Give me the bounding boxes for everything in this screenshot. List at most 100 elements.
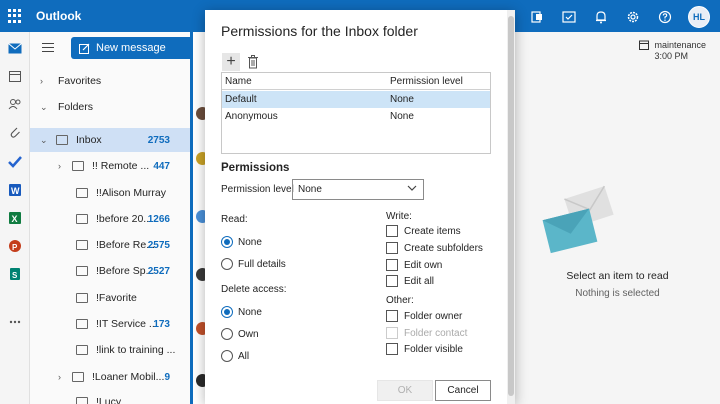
unread-count: 2527 [147,265,170,277]
dialog-title: Permissions for the Inbox folder [221,23,418,39]
permission-level-select[interactable]: None [292,179,424,200]
table-row[interactable]: Anonymous None [222,108,490,125]
checkbox-label: Edit own [404,259,443,271]
favorites-section[interactable]: › Favorites [30,69,190,93]
calendar-icon[interactable] [7,68,23,84]
dialog-scrollbar[interactable] [507,10,515,404]
scrollbar-thumb[interactable] [508,16,514,396]
new-message-label: New message [96,42,166,54]
checkbox-label: Folder owner [404,310,463,322]
permissions-dialog: Permissions for the Inbox folder + Name … [205,10,515,404]
checkbox-box [386,310,398,322]
unread-count: 2753 [147,134,170,146]
folder-icon [76,240,88,250]
chevron-down-icon: ⌄ [40,101,48,112]
tasks-icon[interactable] [560,8,578,26]
trash-icon [248,55,258,69]
folder-item[interactable]: › !Loaner Mobil... 9 [30,365,190,389]
plus-icon: + [226,53,236,70]
hamburger-icon[interactable] [42,43,54,55]
app-launcher-icon[interactable] [8,9,22,23]
folders-section[interactable]: ⌄ Folders [30,95,190,119]
folder-pane: New message › Favorites ⌄ Folders ⌄ Inbo… [30,32,193,404]
attachment-icon[interactable] [7,124,23,140]
calendar-reminder[interactable]: maintenance 3:00 PM [639,40,706,62]
folder-icon [76,345,88,355]
folder-icon [76,319,88,329]
delete-user-button[interactable] [247,55,259,69]
permissions-table: Name Permission level Default None Anony… [221,72,491,154]
folder-icon [76,266,88,276]
gear-icon[interactable] [624,8,642,26]
folder-inbox[interactable]: ⌄ Inbox 2753 [30,128,190,152]
avatar[interactable]: HL [688,6,710,28]
chevron-down-icon [407,183,417,193]
new-message-button[interactable]: New message [71,37,193,59]
word-icon[interactable]: W [7,182,23,198]
svg-text:S: S [12,271,18,280]
folder-item[interactable]: !!Alison Murray [30,181,190,205]
row-level: None [390,111,414,122]
help-icon[interactable] [656,8,674,26]
folder-visible-checkbox[interactable]: Folder visible [386,343,463,355]
sway-icon[interactable]: S [7,266,23,282]
compose-icon [79,43,90,54]
office-icon[interactable] [528,8,546,26]
folder-label: !link to training ... [96,344,176,356]
folder-item[interactable]: !Before Re... 2575 [30,233,190,257]
chevron-right-icon: › [40,76,43,86]
more-apps-icon[interactable] [7,314,23,330]
radio-dot [221,306,233,318]
write-label: Write: [386,211,412,222]
folder-item[interactable]: !Favorite [30,286,190,310]
cancel-button[interactable]: Cancel [435,380,491,401]
chevron-right-icon: › [58,372,61,382]
create-subfolders-checkbox[interactable]: Create subfolders [386,242,483,254]
folder-label: !Loaner Mobil... [92,371,165,383]
todo-icon[interactable] [7,154,23,170]
row-name: Anonymous [225,111,278,122]
other-label: Other: [386,295,414,306]
column-name: Name [225,76,252,87]
folder-label: !Before Re... [96,239,155,251]
permission-level-value: None [298,184,322,195]
folder-icon [72,372,84,382]
chevron-right-icon: › [58,161,61,171]
delete-none-radio[interactable]: None [221,306,262,318]
create-items-checkbox[interactable]: Create items [386,225,461,237]
folder-label: !!Alison Murray [96,187,167,199]
folder-owner-checkbox[interactable]: Folder owner [386,310,462,322]
folder-icon [76,397,88,404]
folder-item[interactable]: !before 20... 1266 [30,207,190,231]
mail-icon[interactable] [7,40,23,56]
folder-item[interactable]: › !! Remote ... 447 [30,154,190,178]
folder-label: !before 20... [96,213,153,225]
edit-own-checkbox[interactable]: Edit own [386,259,442,271]
radio-label: All [238,350,250,362]
radio-label: Own [238,328,259,340]
unread-count: 2575 [147,239,170,251]
people-icon[interactable] [7,96,23,112]
powerpoint-icon[interactable]: P [7,238,23,254]
reading-pane: maintenance 3:00 PM Select an item to re… [515,32,720,404]
folder-icon [76,214,88,224]
table-row[interactable]: Default None [222,91,490,108]
empty-state-subtitle: Nothing is selected [575,288,660,299]
read-full-details-radio[interactable]: Full details [221,258,286,270]
excel-icon[interactable]: X [7,210,23,226]
inbox-icon [56,135,68,145]
delete-own-radio[interactable]: Own [221,328,259,340]
delete-all-radio[interactable]: All [221,350,249,362]
add-user-button[interactable]: + [222,53,240,71]
folder-item[interactable]: !Lucy [30,390,190,404]
row-level: None [390,94,414,105]
folder-item[interactable]: !IT Service ... 173 [30,312,190,336]
radio-dot [221,350,233,362]
folder-item[interactable]: !link to training ... [30,338,190,362]
bell-icon[interactable] [592,8,610,26]
folder-item[interactable]: !Before Sp... 2527 [30,259,190,283]
read-none-radio[interactable]: None [221,236,262,248]
folder-label: !Favorite [96,292,137,304]
svg-text:P: P [12,243,18,252]
edit-all-checkbox[interactable]: Edit all [386,275,434,287]
